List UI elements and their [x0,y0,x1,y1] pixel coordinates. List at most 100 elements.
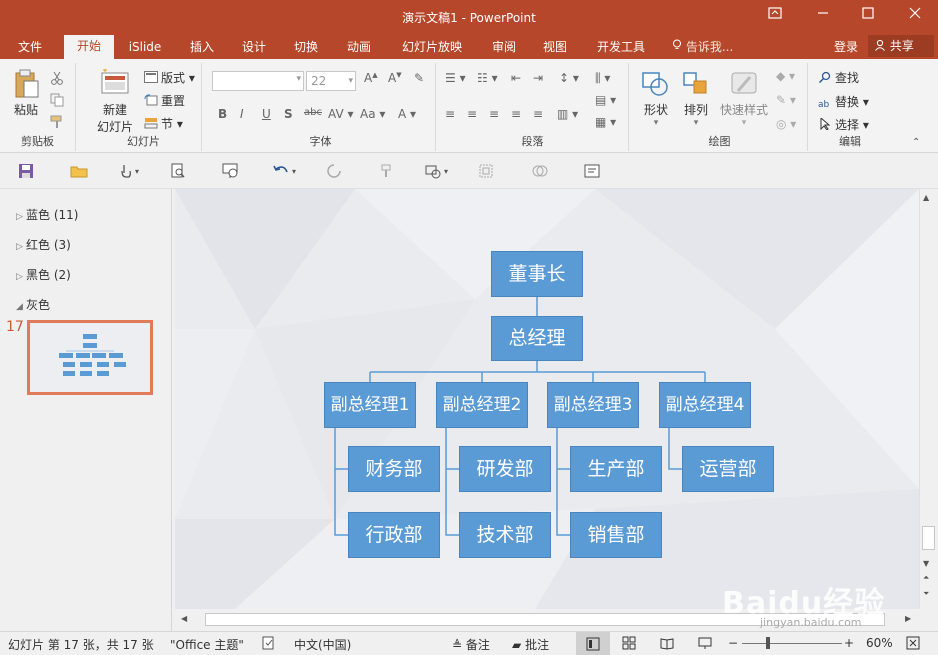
change-case-icon[interactable]: Aa ▾ [360,107,385,121]
tab-developer[interactable]: 开发工具 [590,37,652,59]
zoom-slider[interactable] [742,643,842,644]
cut-icon[interactable] [50,71,64,88]
font-size-dropdown-icon[interactable]: ▾ [348,72,353,90]
tab-home[interactable]: 开始 [64,35,114,59]
zoom-out-icon[interactable]: − [728,636,738,650]
tell-me-box[interactable]: 告诉我... [672,37,748,59]
org-box-tech[interactable]: 技术部 [459,512,551,558]
underline-icon[interactable]: U [262,107,271,121]
quick-styles-button[interactable]: 快速样式 ▾ [716,69,772,128]
shape-qat-icon[interactable]: ▾ [424,163,454,179]
font-color-icon[interactable]: A ▾ [398,107,416,121]
org-box-rnd[interactable]: 研发部 [459,446,551,492]
section-button[interactable]: 节 ▾ [144,115,183,132]
next-slide-icon[interactable]: ⏷ [923,589,929,599]
tab-islide[interactable]: iSlide [122,37,168,59]
zoom-slider-thumb[interactable] [766,637,770,649]
save-icon[interactable] [18,163,36,179]
print-preview-icon[interactable] [170,163,188,179]
tab-design[interactable]: 设计 [232,37,276,59]
close-button[interactable] [900,4,930,28]
char-spacing-icon[interactable]: AV ▾ [328,107,354,121]
tab-slideshow[interactable]: 幻灯片放映 [396,37,468,59]
normal-view-button[interactable] [576,632,610,655]
group-objects-icon[interactable] [478,163,496,179]
textbox-icon[interactable] [584,163,602,179]
distributed-icon[interactable]: ≡ [533,107,543,121]
font-name-dropdown-icon[interactable]: ▾ [296,74,301,84]
org-box-production[interactable]: 生产部 [570,446,662,492]
zoom-in-icon[interactable]: + [844,636,854,650]
redo-icon[interactable] [326,163,344,179]
section-black[interactable]: ▷ 黑色 (2) [16,266,71,283]
org-box-vp4[interactable]: 副总经理4 [659,382,751,428]
columns-icon[interactable]: ▥ ▾ [557,107,578,121]
shadow-icon[interactable]: S [284,107,293,121]
org-box-finance[interactable]: 财务部 [348,446,440,492]
slide-thumbnail[interactable] [27,320,153,395]
slide-editing-canvas[interactable]: 董事长 总经理 副总经理1 副总经理2 副总经理3 副总经理4 财务部 行政部 … [175,189,919,609]
bullets-icon[interactable]: ☰ ▾ [445,71,466,85]
clear-formatting-icon[interactable]: ✎ [414,71,424,85]
spellcheck-icon[interactable] [262,636,276,653]
org-box-admin[interactable]: 行政部 [348,512,440,558]
previous-slide-icon[interactable]: ⏶ [923,573,929,583]
collapse-ribbon-icon[interactable]: ⌃ [912,137,920,148]
increase-indent-icon[interactable]: ⇥ [533,71,543,85]
reading-view-button[interactable] [660,636,674,653]
org-box-vp3[interactable]: 副总经理3 [547,382,639,428]
comments-button[interactable]: ▰ 批注 [512,636,549,653]
sign-in-link[interactable]: 登录 [834,38,858,55]
replace-button[interactable]: ab 替换 ▾ [818,93,869,111]
scroll-down-icon[interactable]: ▼ [923,559,929,568]
slideshow-from-start-icon[interactable] [222,163,240,179]
merge-shapes-icon[interactable] [532,163,550,179]
vertical-scrollbar[interactable]: ▲ ▼ ⏶ ⏷ [919,189,938,609]
text-direction-icon[interactable]: ⫼ ▾ [595,71,610,86]
zoom-level[interactable]: 60% [866,636,893,650]
bold-icon[interactable]: B [218,107,227,121]
align-text-icon[interactable]: ▤ ▾ [595,93,616,107]
copy-icon[interactable] [50,93,64,110]
smartart-icon[interactable]: ▦ ▾ [595,115,616,129]
new-slide-button[interactable]: 新建 幻灯片 [90,68,140,135]
section-red[interactable]: ▷ 红色 (3) [16,236,71,253]
font-size-field[interactable]: 22 ▾ [306,71,356,91]
strikethrough-icon[interactable]: abc [304,107,322,118]
slideshow-button[interactable] [698,636,712,653]
org-box-vp2[interactable]: 副总经理2 [436,382,528,428]
line-spacing-icon[interactable]: ↕ ▾ [559,71,579,85]
org-box-operations[interactable]: 运营部 [682,446,774,492]
tab-transitions[interactable]: 切换 [284,37,328,59]
format-painter-icon[interactable] [50,115,64,132]
align-right-icon[interactable]: ≡ [489,107,499,121]
language-status[interactable]: 中文(中国) [294,636,351,653]
vertical-scroll-thumb[interactable] [922,526,935,550]
tab-file[interactable]: 文件 [6,37,54,59]
scroll-up-icon[interactable]: ▲ [923,193,929,202]
arrange-button[interactable]: 排列 ▾ [676,69,716,128]
org-box-sales[interactable]: 销售部 [570,512,662,558]
decrease-font-icon[interactable]: A▼ [388,71,402,85]
org-box-vp1[interactable]: 副总经理1 [324,382,416,428]
maximize-button[interactable] [853,4,883,28]
select-button[interactable]: 选择 ▾ [818,116,869,133]
increase-font-icon[interactable]: A▲ [364,71,378,85]
tab-insert[interactable]: 插入 [180,37,224,59]
open-folder-icon[interactable] [70,163,88,179]
org-box-chairman[interactable]: 董事长 [491,251,583,297]
decrease-indent-icon[interactable]: ⇤ [511,71,521,85]
shapes-button[interactable]: 形状 ▾ [636,69,676,128]
paste-button[interactable]: 粘贴 [6,69,46,118]
justify-icon[interactable]: ≡ [511,107,521,121]
touch-mode-icon[interactable]: ▾ [118,163,148,179]
tab-animations[interactable]: 动画 [337,37,381,59]
section-blue[interactable]: ▷ 蓝色 (11) [16,206,78,223]
shape-effects-icon[interactable]: ◎ ▾ [776,117,796,131]
find-button[interactable]: 查找 [818,69,859,86]
section-gray[interactable]: ◢ 灰色 [16,296,50,313]
slide-sorter-button[interactable] [622,636,636,653]
minimize-button[interactable] [808,4,838,28]
align-left-icon[interactable]: ≡ [445,107,455,121]
tab-view[interactable]: 视图 [533,37,577,59]
